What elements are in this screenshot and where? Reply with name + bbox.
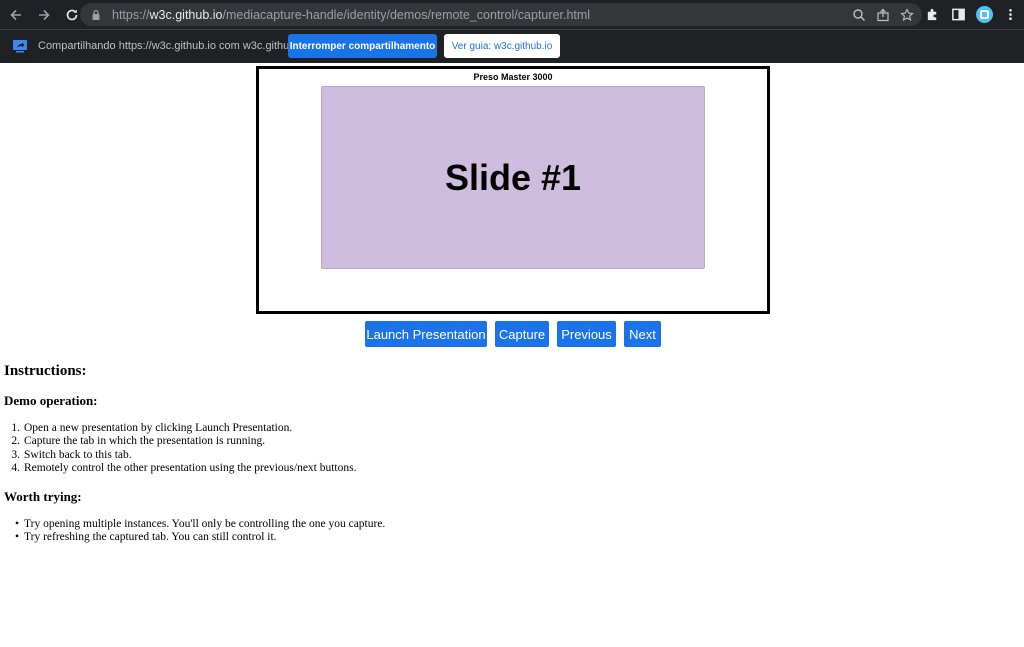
arrow-right-icon	[39, 9, 50, 20]
capture-button[interactable]: Capture	[495, 321, 549, 347]
previous-button[interactable]: Previous	[557, 321, 616, 347]
demo-steps-list: 1. Open a new presentation by clicking La…	[4, 422, 356, 475]
list-item: • Try refreshing the captured tab. You ca…	[4, 531, 385, 544]
demo-operation-heading: Demo operation:	[4, 393, 98, 408]
worth-trying-list: • Try opening multiple instances. You'll …	[4, 518, 385, 545]
stop-sharing-button[interactable]: Interromper compartilhamento	[288, 34, 437, 58]
instructions-heading: Instructions:	[4, 363, 87, 379]
menu-button[interactable]	[998, 3, 1022, 27]
browser-toolbar: https://w3c.github.io/mediacapture-handl…	[0, 0, 1024, 29]
puzzle-icon	[927, 8, 936, 21]
back-button[interactable]	[4, 3, 28, 27]
sharing-message: Compartilhando https://w3c.github.io com…	[38, 40, 308, 52]
worth-trying-heading: Worth trying:	[4, 489, 82, 504]
lock-icon	[92, 9, 100, 20]
slide: Slide #1	[321, 86, 705, 269]
more-vert-icon	[1008, 8, 1012, 21]
bullet-icon: •	[14, 531, 19, 544]
presentation-controls: Launch Presentation Capture Previous Nex…	[0, 321, 1024, 347]
address-bar[interactable]: https://w3c.github.io/mediacapture-handl…	[80, 3, 922, 26]
side-panel-icon	[951, 8, 965, 21]
profile-button[interactable]	[972, 3, 996, 27]
list-item: • Try opening multiple instances. You'll …	[4, 518, 385, 531]
list-item: 3. Switch back to this tab.	[11, 448, 132, 461]
screen-share-icon	[13, 40, 27, 53]
view-tab-button[interactable]: Ver guia: w3c.github.io	[444, 34, 560, 58]
forward-button[interactable]	[32, 3, 56, 27]
reload-icon	[66, 9, 78, 20]
presentation-title: Preso Master 3000	[473, 72, 553, 82]
arrow-left-icon	[10, 9, 21, 20]
list-item: 1. Open a new presentation by clicking La…	[11, 422, 293, 434]
share-page-icon[interactable]	[876, 8, 890, 22]
avatar	[975, 6, 993, 23]
bullet-icon: •	[14, 518, 19, 530]
launch-presentation-button[interactable]: Launch Presentation	[365, 321, 487, 347]
page-content: Preso Master 3000 Slide #1 Launch Presen…	[0, 63, 1024, 647]
list-item: 4. Remotely control the other presentatio…	[11, 461, 357, 474]
presentation-frame: Preso Master 3000 Slide #1	[256, 66, 770, 314]
next-button[interactable]: Next	[624, 321, 661, 347]
bookmark-star-icon[interactable]	[900, 7, 914, 22]
extensions-button[interactable]	[920, 3, 944, 27]
side-panel-button[interactable]	[946, 3, 970, 27]
url-text: https://w3c.github.io/mediacapture-handl…	[112, 7, 591, 22]
zoom-icon[interactable]	[852, 8, 866, 22]
list-item: 2. Capture the tab in which the presentat…	[11, 435, 266, 448]
sharing-infobar: Compartilhando https://w3c.github.io com…	[0, 29, 1024, 63]
slide-text: Slide #1	[444, 156, 582, 198]
